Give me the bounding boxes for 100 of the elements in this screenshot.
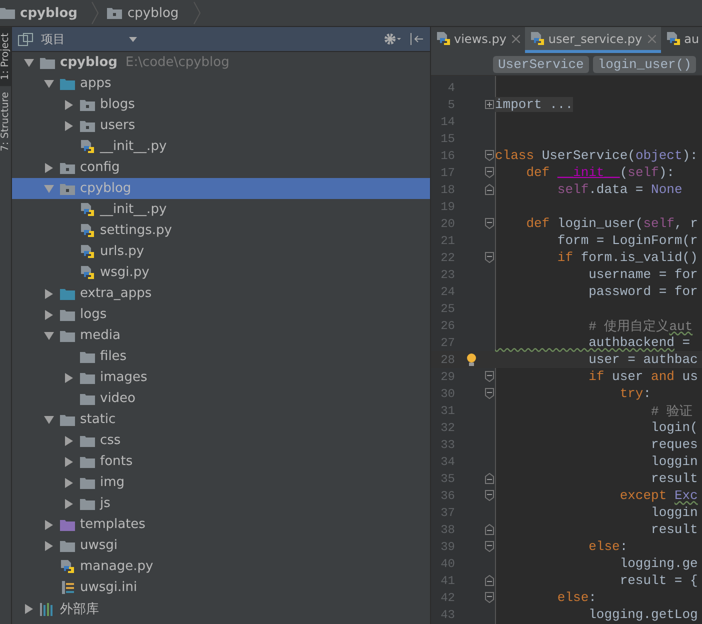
fold-end-icon[interactable] bbox=[485, 524, 494, 535]
expanded-arrow-icon[interactable] bbox=[44, 78, 54, 88]
editor-tab[interactable]: user_service.py bbox=[525, 27, 662, 53]
tree-item[interactable]: js bbox=[12, 493, 430, 514]
collapsed-arrow-icon[interactable] bbox=[44, 162, 54, 172]
collapsed-arrow-icon[interactable] bbox=[44, 288, 54, 298]
code-line: def login_user(self, r bbox=[525, 216, 698, 231]
breadcrumb-item[interactable]: cpyblog bbox=[107, 0, 193, 26]
tree-item[interactable]: urls.py bbox=[12, 241, 430, 262]
fold-end-icon[interactable] bbox=[485, 184, 494, 195]
tree-item[interactable]: templates bbox=[12, 514, 430, 535]
collapsed-arrow-icon[interactable] bbox=[44, 520, 54, 530]
hide-panel-icon[interactable] bbox=[410, 33, 424, 45]
fold-expand-icon[interactable] bbox=[485, 100, 494, 109]
tree-item[interactable]: uwsgi.ini bbox=[12, 577, 430, 598]
fold-collapse-icon[interactable] bbox=[485, 541, 494, 552]
tree-item[interactable]: img bbox=[12, 472, 430, 493]
collapsed-arrow-icon[interactable] bbox=[64, 100, 74, 110]
collapsed-arrow-icon[interactable] bbox=[44, 540, 54, 550]
tree-item-label: uwsgi bbox=[80, 538, 118, 553]
python-file-icon bbox=[80, 244, 95, 260]
collapsed-arrow-icon[interactable] bbox=[24, 604, 34, 614]
folder-icon bbox=[60, 330, 75, 342]
fold-collapse-icon[interactable] bbox=[485, 167, 494, 178]
python-file-icon bbox=[530, 30, 546, 46]
tree-item[interactable]: cpyblog E:\code\cpyblog bbox=[12, 52, 430, 73]
breadcrumb-item[interactable]: cpyblog bbox=[0, 0, 92, 26]
tool-window-tab[interactable]: 1: Project bbox=[0, 27, 11, 86]
tree-item[interactable]: 外部库 bbox=[12, 598, 430, 619]
tree-item-label: media bbox=[80, 328, 120, 343]
collapsed-arrow-icon[interactable] bbox=[64, 120, 74, 130]
fold-collapse-icon[interactable] bbox=[485, 490, 494, 501]
folder-icon bbox=[80, 434, 95, 446]
tree-item[interactable]: users bbox=[12, 115, 430, 136]
expanded-arrow-icon[interactable] bbox=[44, 330, 54, 340]
tree-item[interactable]: blogs bbox=[12, 94, 430, 115]
tree-item-label: settings.py bbox=[100, 223, 172, 238]
code-line: reques bbox=[650, 437, 698, 452]
fold-collapse-icon[interactable] bbox=[485, 388, 494, 399]
tree-item[interactable]: wsgi.py bbox=[12, 262, 430, 283]
dropdown-caret-icon[interactable] bbox=[129, 36, 137, 42]
tree-item[interactable]: logs bbox=[12, 304, 430, 325]
tree-item[interactable]: __init__.py bbox=[12, 136, 430, 157]
python-file-icon bbox=[80, 202, 95, 218]
code-line: if form.is_valid() bbox=[556, 250, 698, 265]
tree-item[interactable]: __init__.py bbox=[12, 199, 430, 220]
settings-icon[interactable] bbox=[384, 33, 402, 45]
fold-collapse-icon[interactable] bbox=[485, 592, 494, 603]
panel-title: 项目 bbox=[41, 30, 65, 48]
code-line: password = for bbox=[588, 284, 698, 299]
editor-tab[interactable]: views.py bbox=[431, 27, 526, 53]
tool-window-tab[interactable]: 7: Structure bbox=[0, 86, 11, 158]
code-line: authbackend = bbox=[588, 335, 690, 350]
settings-file-icon bbox=[60, 580, 75, 595]
code-line: # 验证 bbox=[650, 402, 693, 420]
folder-icon bbox=[60, 288, 75, 300]
project-view-icon bbox=[18, 32, 33, 46]
tree-item[interactable]: apps bbox=[12, 73, 430, 94]
fold-collapse-icon[interactable] bbox=[485, 218, 494, 229]
tree-item-label: 外部库 bbox=[60, 600, 99, 618]
tree-item[interactable]: images bbox=[12, 367, 430, 388]
tree-item[interactable]: video bbox=[12, 388, 430, 409]
code-breadcrumb[interactable]: UserService bbox=[493, 56, 589, 72]
folder-icon bbox=[80, 372, 95, 384]
tree-item-label: static bbox=[80, 412, 116, 427]
tree-item[interactable]: extra_apps bbox=[12, 283, 430, 304]
tree-item[interactable]: static bbox=[12, 409, 430, 430]
code-line: else: bbox=[588, 539, 628, 554]
collapsed-arrow-icon[interactable] bbox=[64, 478, 74, 488]
project-path: E:\code\cpyblog bbox=[125, 55, 230, 70]
python-file-icon bbox=[436, 30, 451, 46]
editor-tab[interactable]: au bbox=[661, 27, 702, 53]
fold-end-icon[interactable] bbox=[485, 575, 494, 586]
tree-item[interactable]: fonts bbox=[12, 451, 430, 472]
tree-item[interactable]: uwsgi bbox=[12, 535, 430, 556]
code-breadcrumb[interactable]: login_user() bbox=[592, 56, 696, 72]
tree-item-label: config bbox=[80, 160, 120, 175]
tree-item[interactable]: css bbox=[12, 430, 430, 451]
tree-item[interactable]: media bbox=[12, 325, 430, 346]
fold-collapse-icon[interactable] bbox=[485, 252, 494, 263]
tree-item-label: extra_apps bbox=[80, 286, 152, 301]
expanded-arrow-icon[interactable] bbox=[44, 414, 54, 424]
folder-icon bbox=[80, 456, 95, 468]
fold-end-icon[interactable] bbox=[485, 473, 494, 484]
tree-item[interactable]: config bbox=[12, 157, 430, 178]
fold-collapse-icon[interactable] bbox=[485, 150, 494, 161]
collapsed-arrow-icon[interactable] bbox=[64, 498, 74, 508]
expanded-arrow-icon[interactable] bbox=[24, 58, 34, 68]
lightbulb-icon[interactable] bbox=[466, 352, 477, 366]
collapsed-arrow-icon[interactable] bbox=[64, 372, 74, 382]
fold-collapse-icon[interactable] bbox=[485, 371, 494, 382]
tree-item[interactable]: settings.py bbox=[12, 220, 430, 241]
close-icon[interactable] bbox=[512, 34, 520, 42]
folder-icon bbox=[40, 56, 55, 68]
tree-item[interactable]: manage.py bbox=[12, 556, 430, 577]
collapsed-arrow-icon[interactable] bbox=[64, 456, 74, 466]
collapsed-arrow-icon[interactable] bbox=[64, 436, 74, 446]
code-line: else: bbox=[556, 590, 596, 605]
tree-item[interactable]: files bbox=[12, 346, 430, 367]
collapsed-arrow-icon[interactable] bbox=[44, 310, 54, 320]
